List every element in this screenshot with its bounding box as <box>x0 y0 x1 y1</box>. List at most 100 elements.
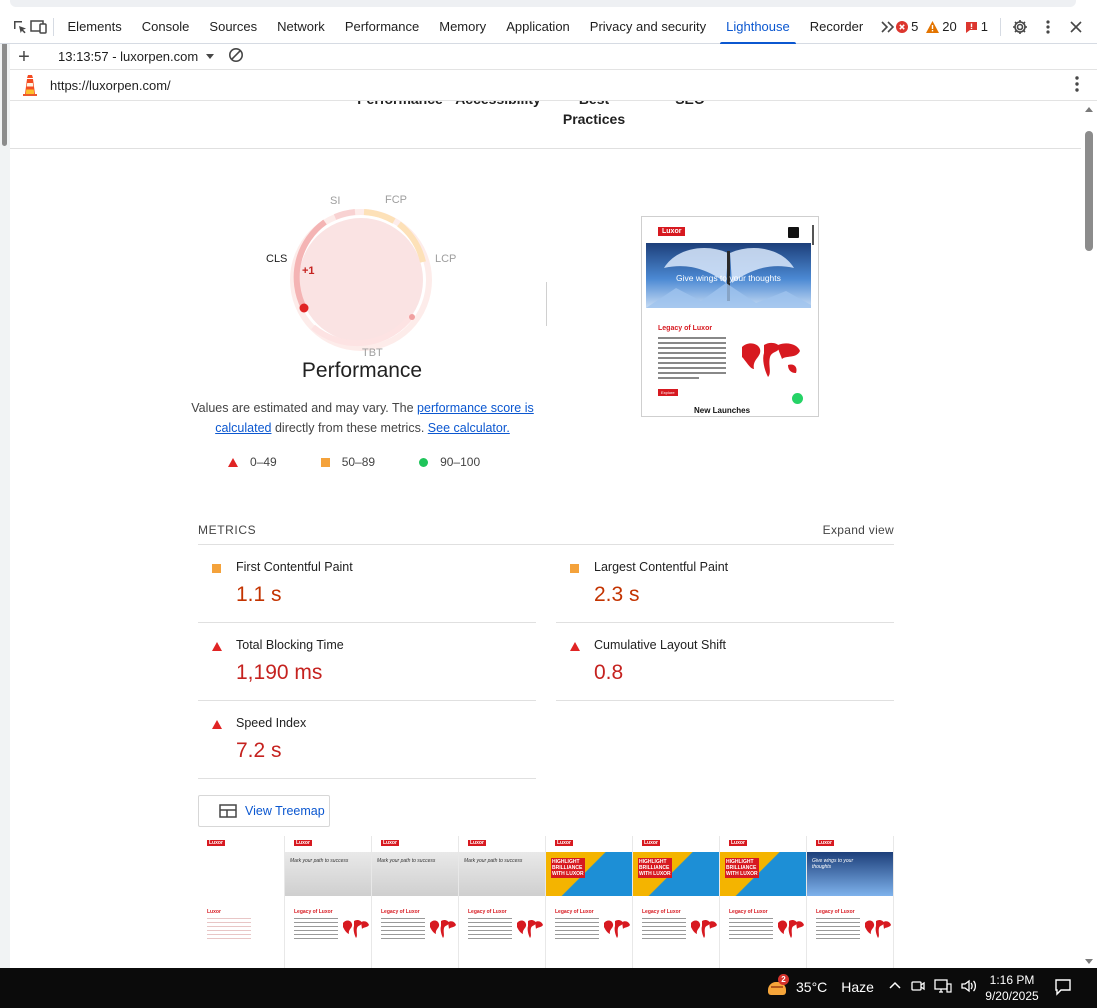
tab-application[interactable]: Application <box>496 10 580 44</box>
gauge-label-tbt: TBT <box>362 347 383 359</box>
device-toolbar-icon[interactable] <box>29 10 48 44</box>
gauge-label-accessibility[interactable]: Accessibility <box>438 101 558 109</box>
frame-text-line <box>816 938 860 939</box>
frame-text-line <box>642 938 686 939</box>
fail-triangle-icon <box>212 720 222 729</box>
gauge-cls-delta: +1 <box>302 265 315 277</box>
show-hidden-icons-chevron-icon[interactable] <box>888 978 902 994</box>
gutter-scroll-thumb[interactable] <box>2 38 7 146</box>
tab-recorder[interactable]: Recorder <box>800 10 873 44</box>
frame-text-line <box>729 938 773 939</box>
gauge-label-lcp: LCP <box>435 253 456 265</box>
clear-reports-icon[interactable] <box>228 47 244 66</box>
frame-text-line <box>642 930 686 931</box>
scroll-up-arrow-icon[interactable] <box>1085 107 1093 112</box>
frame-headline: Mark your path to success <box>290 858 349 864</box>
issues-badge[interactable]: 1 <box>965 19 988 34</box>
metric-value: 7.2 s <box>236 739 282 762</box>
notifications-icon[interactable] <box>1054 978 1072 999</box>
metric-largest-contentful-paint[interactable]: Largest Contentful Paint 2.3 s <box>556 545 894 623</box>
tab-elements[interactable]: Elements <box>58 10 132 44</box>
frame-text-line <box>816 930 860 931</box>
report-scrollbar[interactable] <box>1081 101 1097 968</box>
frame-map-icon <box>863 918 891 943</box>
errors-badge[interactable]: 5 <box>896 19 918 34</box>
frame-text-line <box>642 922 686 923</box>
report-selector[interactable]: 13:13:57 - luxorpen.com <box>58 49 215 64</box>
metrics-header: METRICS Expand view <box>198 515 894 545</box>
meet-now-icon[interactable] <box>910 978 926 994</box>
frame-brand-logo: Luxor <box>555 840 573 846</box>
volume-icon[interactable] <box>960 978 978 994</box>
frame-text-line <box>381 930 425 931</box>
taskbar-clock[interactable]: 1:16 PM 9/20/2025 <box>978 972 1046 1004</box>
frame-text-line <box>294 930 338 931</box>
view-treemap-button[interactable]: View Treemap <box>198 795 330 827</box>
gauge-label-seo[interactable]: SEO <box>660 101 720 109</box>
frame-text-line <box>207 938 251 939</box>
frame-text-line <box>555 922 599 923</box>
frame-text-line <box>381 926 425 927</box>
devtools-tab-bar: Elements Console Sources Network Perform… <box>0 10 1097 44</box>
expand-view-toggle[interactable]: Expand view <box>823 523 894 537</box>
settings-gear-icon[interactable] <box>1007 14 1033 40</box>
audited-url: https://luxorpen.com/ <box>50 77 171 93</box>
metric-name: Total Blocking Time <box>236 638 344 652</box>
tab-lighthouse[interactable]: Lighthouse <box>716 10 800 44</box>
report-menu-kebab-icon[interactable] <box>1075 75 1079 95</box>
metric-total-blocking-time[interactable]: Total Blocking Time 1,190 ms <box>198 623 536 701</box>
frame-text-line <box>729 926 773 927</box>
frame-text-line <box>381 938 425 939</box>
customize-kebab-icon[interactable] <box>1035 14 1061 40</box>
weather-widget[interactable]: 2 35°C Haze <box>766 974 874 998</box>
tab-separator <box>1000 17 1001 36</box>
frame-text-line <box>468 918 512 919</box>
metric-first-contentful-paint[interactable]: First Contentful Paint 1.1 s <box>198 545 536 623</box>
frame-banner: Mark your path to success <box>459 852 545 896</box>
metric-cumulative-layout-shift[interactable]: Cumulative Layout Shift 0.8 <box>556 623 894 701</box>
see-calculator-link[interactable]: See calculator. <box>428 421 510 435</box>
metric-speed-index[interactable]: Speed Index 7.2 s <box>198 701 536 779</box>
gauge-label-si: SI <box>330 195 340 207</box>
warnings-badge[interactable]: 20 <box>926 19 957 34</box>
frame-banner <box>198 852 284 896</box>
tab-console[interactable]: Console <box>132 10 200 44</box>
lighthouse-logo-icon <box>23 75 37 96</box>
dropdown-caret-icon <box>206 54 215 59</box>
frame-brand-logo: Luxor <box>642 840 660 846</box>
lighthouse-report: Performance Accessibility Best Practices… <box>10 101 1081 968</box>
circle-icon <box>419 457 429 467</box>
tab-memory[interactable]: Memory <box>429 10 496 44</box>
frame-headline: HIGHLIGHT BRILLIANCE WITH LUXOR <box>551 858 585 878</box>
close-devtools-icon[interactable] <box>1063 14 1089 40</box>
gauge-label-best-practices[interactable]: Best Practices <box>554 101 634 129</box>
frame-brand-logo: Luxor <box>294 840 312 846</box>
metric-value: 2.3 s <box>594 583 640 606</box>
legend-item-pass: 90–100 <box>419 455 480 469</box>
tab-performance[interactable]: Performance <box>335 10 429 44</box>
frame-banner: HIGHLIGHT BRILLIANCE WITH LUXOR <box>633 852 719 896</box>
more-tabs-icon[interactable] <box>879 14 896 40</box>
frame-text-line <box>381 922 425 923</box>
fail-triangle-icon <box>570 642 580 651</box>
metric-value: 0.8 <box>594 661 624 684</box>
treemap-icon <box>219 804 237 818</box>
legend-item-fail: 0–49 <box>228 455 277 469</box>
tab-network[interactable]: Network <box>267 10 335 44</box>
frame-text-line <box>729 930 773 931</box>
tab-privacy-security[interactable]: Privacy and security <box>580 10 716 44</box>
clock-time: 1:16 PM <box>989 973 1035 987</box>
report-scroll-thumb[interactable] <box>1085 131 1093 251</box>
banner-text: Give wings to your thoughts <box>676 273 781 283</box>
filmstrip-frame: Luxor Mark your path to success Legacy of … <box>372 836 459 968</box>
frame-section-title: Legacy of Luxor <box>555 909 594 915</box>
inspect-element-icon[interactable] <box>10 10 29 44</box>
final-screenshot[interactable]: Luxor Give wings to your thoughts Legacy… <box>641 216 819 417</box>
frame-brand-logo: Luxor <box>468 840 486 846</box>
scroll-down-arrow-icon[interactable] <box>1085 959 1093 964</box>
new-report-plus-icon[interactable]: + <box>10 47 38 67</box>
tab-sources[interactable]: Sources <box>199 10 267 44</box>
filmstrip: Luxor Luxor Luxor Mark your path to success… <box>198 836 894 968</box>
frame-text-line <box>294 918 338 919</box>
network-icon[interactable] <box>934 978 952 994</box>
